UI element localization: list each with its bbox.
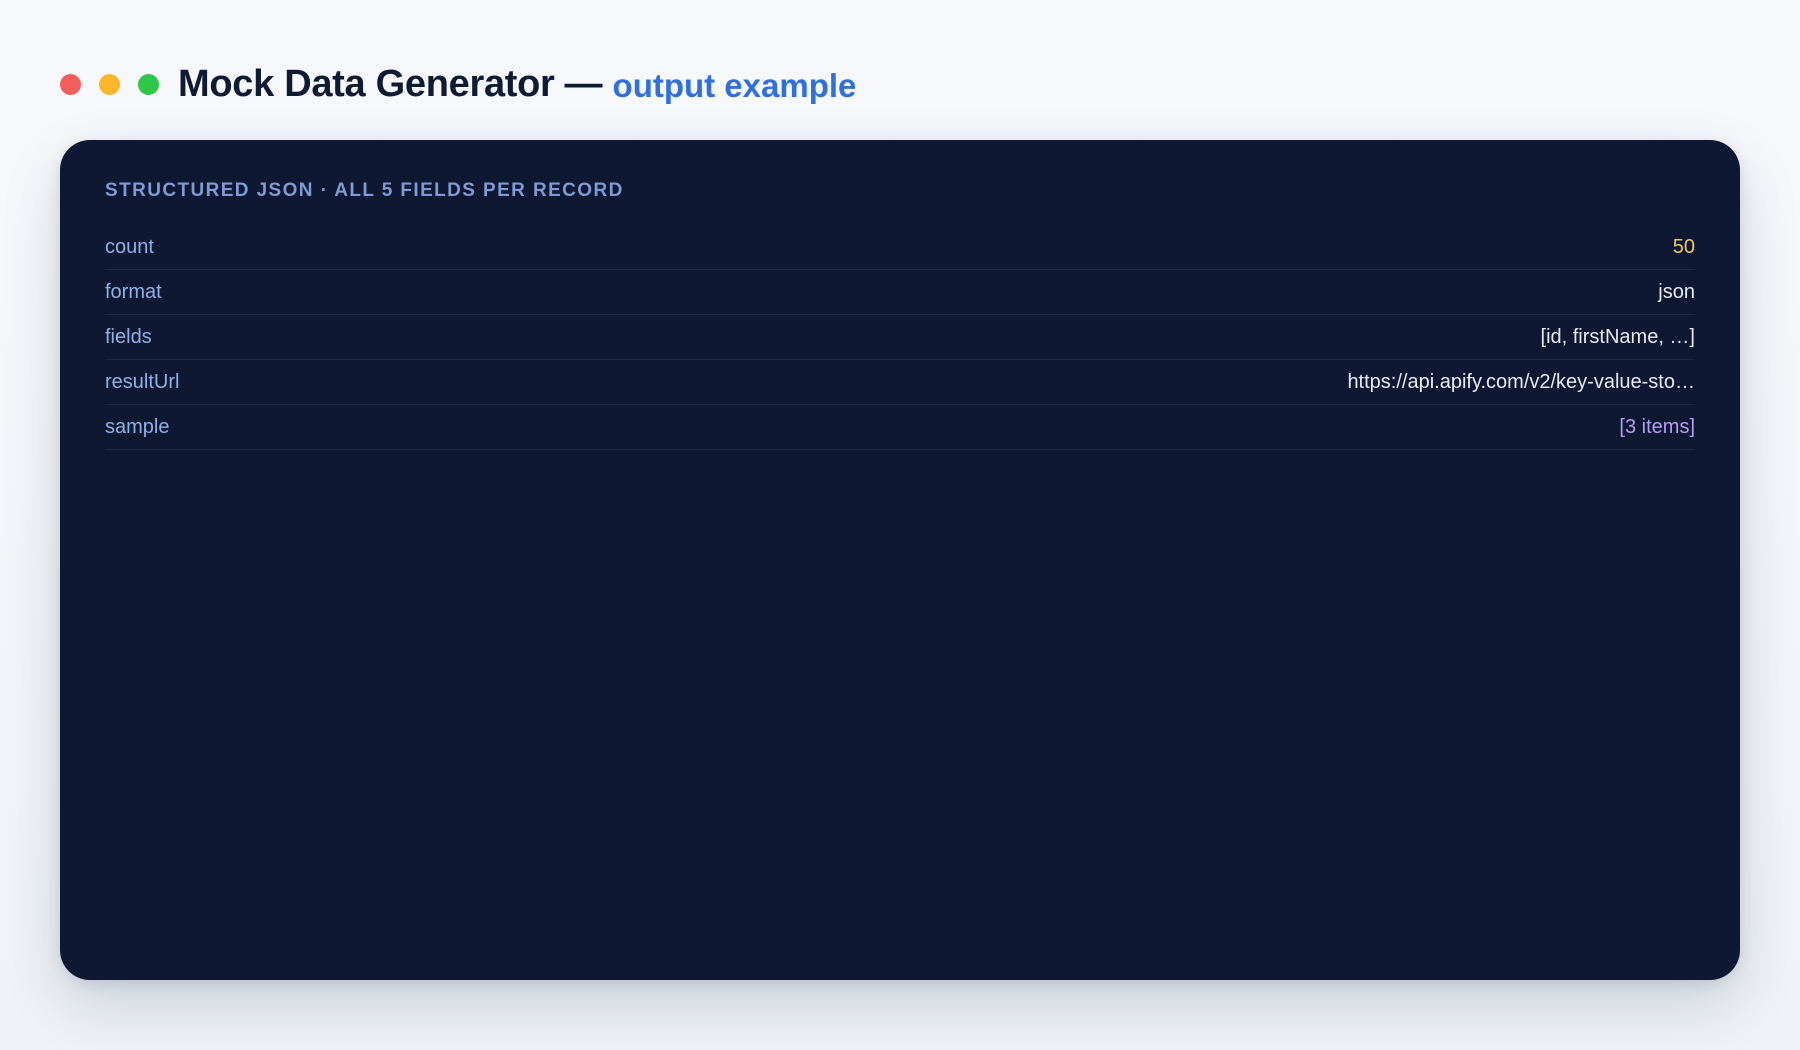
page-subtitle: output example [612,67,857,104]
field-key: format [105,280,162,303]
field-value: 50 [1672,235,1695,258]
panel-heading: STRUCTURED JSON · ALL 5 FIELDS PER RECOR… [105,180,624,201]
maximize-window-dot[interactable] [138,73,159,95]
json-output-panel: STRUCTURED JSON · ALL 5 FIELDS PER RECOR… [60,140,1740,980]
field-key: fields [105,325,152,348]
field-row-sample: sample [3 items] [105,405,1695,450]
field-value: json [1658,280,1695,303]
field-row-fields: fields [id, firstName, …] [105,315,1695,360]
sample-items-toggle[interactable]: [3 items] [1619,416,1695,439]
window-header: Mock Data Generator — output example [60,58,856,110]
result-url-link[interactable]: https://api.apify.com/v2/key-value-sto… [1347,371,1695,394]
field-key: sample [105,415,170,438]
field-list: count 50 format json fields [id, firstNa… [105,225,1695,450]
field-row-format: format json [105,270,1695,315]
field-key: count [105,235,154,258]
field-row-resulturl: resultUrl https://api.apify.com/v2/key-v… [105,360,1695,405]
field-key: resultUrl [105,370,180,393]
page-title: Mock Data Generator [178,62,555,105]
field-value: [id, firstName, …] [1540,325,1695,348]
field-row-count: count 50 [105,225,1695,270]
title-separator: — [564,62,603,105]
close-window-dot[interactable] [60,73,81,95]
minimize-window-dot[interactable] [99,73,120,95]
